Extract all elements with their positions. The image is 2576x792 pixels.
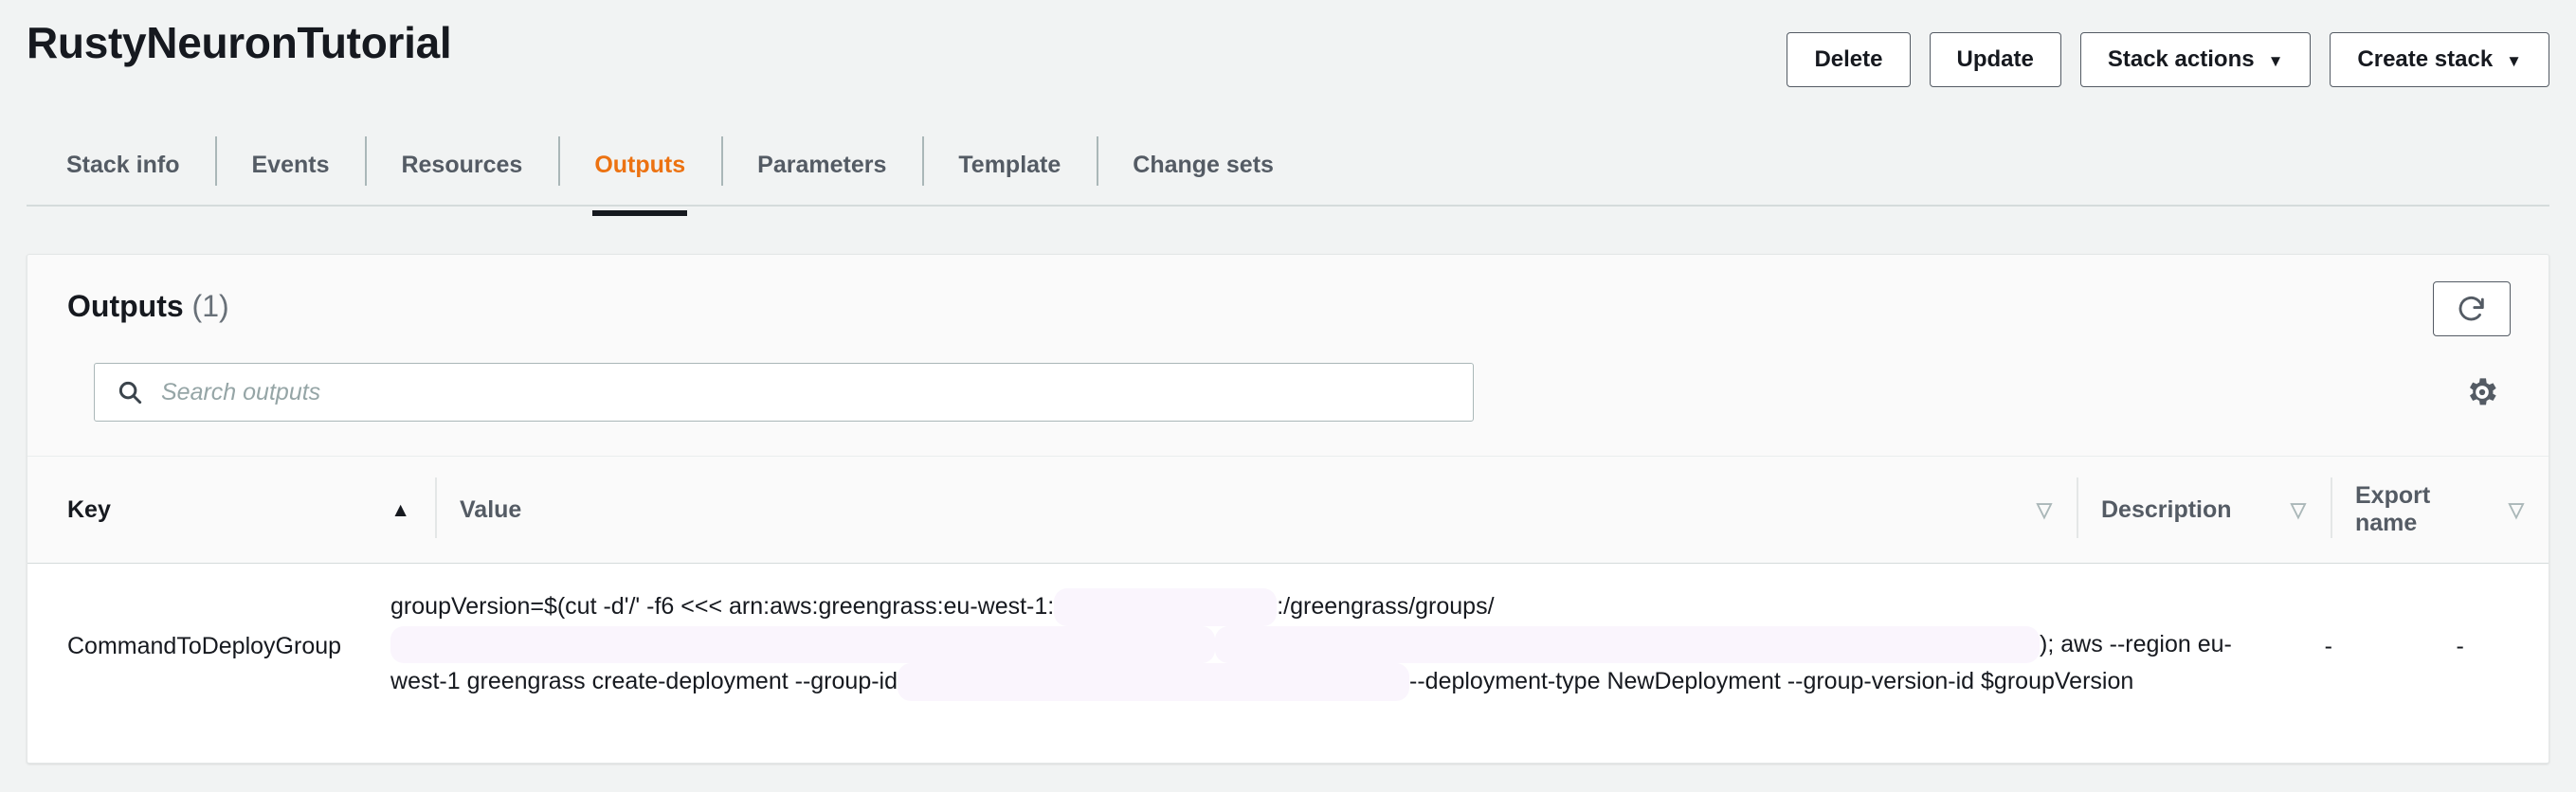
tab-resources[interactable]: Resources xyxy=(365,123,558,207)
tab-bar: Stack info Events Resources Outputs Para… xyxy=(0,123,2576,216)
chevron-down-icon: ▼ xyxy=(2267,51,2284,70)
column-header-label: Key xyxy=(67,495,111,523)
page-title: RustyNeuronTutorial xyxy=(27,18,452,67)
column-header-key[interactable]: Key ▲ xyxy=(27,457,435,563)
column-header-label: Export name xyxy=(2355,482,2431,536)
outputs-table: Key ▲ Value ▽ Description ▽ Export name … xyxy=(27,456,2549,763)
outputs-panel: Outputs (1) Search outputs Key ▲ Value ▽… xyxy=(27,254,2549,764)
refresh-icon xyxy=(2458,296,2484,321)
tab-list: Stack info Events Resources Outputs Para… xyxy=(27,123,1310,216)
create-stack-button[interactable]: Create stack ▼ xyxy=(2330,32,2549,87)
tab-stack-info[interactable]: Stack info xyxy=(27,123,215,207)
tab-label: Events xyxy=(251,151,330,178)
column-header-value[interactable]: Value ▽ xyxy=(435,457,2077,563)
chevron-down-icon: ▼ xyxy=(2506,51,2522,70)
table-preferences-button[interactable] xyxy=(2459,370,2503,414)
redacted-group-id xyxy=(390,625,1216,663)
command-part: groupVersion=$(cut -d'/' -f6 <<< arn:aws… xyxy=(390,593,1055,620)
redacted-group-id-argument xyxy=(898,663,1410,701)
cell-key: CommandToDeployGroup xyxy=(67,633,342,660)
output-command-text: groupVersion=$(cut -d'/' -f6 <<< arn:aws… xyxy=(390,588,2232,701)
command-part: :/greengrass/groups/ xyxy=(1277,593,1495,620)
outputs-panel-header: Outputs (1) xyxy=(27,255,2549,363)
tab-change-sets[interactable]: Change sets xyxy=(1097,123,1310,207)
column-header-export-name[interactable]: Export name ▽ xyxy=(2331,457,2549,563)
sort-icon: ▽ xyxy=(2290,498,2306,521)
tab-outputs[interactable]: Outputs xyxy=(558,123,721,216)
tab-label: Resources xyxy=(401,151,523,178)
page-header: RustyNeuronTutorial Delete Update Stack … xyxy=(0,0,2576,123)
redacted-group-id-continued xyxy=(1215,625,2041,663)
search-input[interactable]: Search outputs xyxy=(161,379,320,406)
tab-template[interactable]: Template xyxy=(922,123,1097,207)
create-stack-button-label: Create stack xyxy=(2357,46,2494,72)
sort-icon: ▽ xyxy=(2508,498,2524,521)
delete-button[interactable]: Delete xyxy=(1787,32,1911,87)
column-header-label: Value xyxy=(460,495,522,523)
tab-parameters[interactable]: Parameters xyxy=(721,123,922,207)
tab-events[interactable]: Events xyxy=(215,123,365,207)
command-part: --deployment-type NewDeployment --group-… xyxy=(1409,668,2134,694)
tab-label: Outputs xyxy=(594,151,686,178)
stack-actions-button-label: Stack actions xyxy=(2107,46,2255,72)
sort-icon: ▽ xyxy=(2036,498,2052,521)
cloudformation-stack-outputs-page: RustyNeuronTutorial Delete Update Stack … xyxy=(0,0,2576,792)
cell-export-name: - xyxy=(2456,633,2464,660)
table-row[interactable]: CommandToDeployGroup groupVersion=$(cut … xyxy=(27,564,2549,729)
tab-label: Template xyxy=(958,151,1061,178)
refresh-button[interactable] xyxy=(2433,281,2511,336)
outputs-count: (1) xyxy=(191,289,229,323)
update-button[interactable]: Update xyxy=(1929,32,2061,87)
tab-label: Parameters xyxy=(757,151,887,178)
cell-value: groupVersion=$(cut -d'/' -f6 <<< arn:aws… xyxy=(366,564,2300,729)
tab-label: Change sets xyxy=(1133,151,1274,178)
column-header-label: Description xyxy=(2101,495,2232,523)
tab-label: Stack info xyxy=(66,151,180,178)
cell-description: - xyxy=(2324,633,2332,660)
search-outputs-box[interactable]: Search outputs xyxy=(94,363,1474,422)
outputs-tools-row: Search outputs xyxy=(27,363,2549,456)
outputs-title-text: Outputs xyxy=(67,289,184,323)
update-button-label: Update xyxy=(1956,46,2034,72)
table-header-row: Key ▲ Value ▽ Description ▽ Export name … xyxy=(27,457,2549,564)
column-header-description[interactable]: Description ▽ xyxy=(2077,457,2331,563)
outputs-panel-title: Outputs (1) xyxy=(67,289,229,324)
redacted-account-id xyxy=(1054,588,1278,626)
delete-button-label: Delete xyxy=(1814,46,1883,72)
sort-ascending-icon: ▲ xyxy=(390,498,410,521)
stack-actions-button[interactable]: Stack actions ▼ xyxy=(2079,32,2312,87)
gear-icon xyxy=(2470,378,2496,405)
header-actions: Delete Update Stack actions ▼ Create sta… xyxy=(1787,32,2549,87)
search-icon xyxy=(118,381,142,405)
tab-bar-divider xyxy=(27,205,2549,207)
